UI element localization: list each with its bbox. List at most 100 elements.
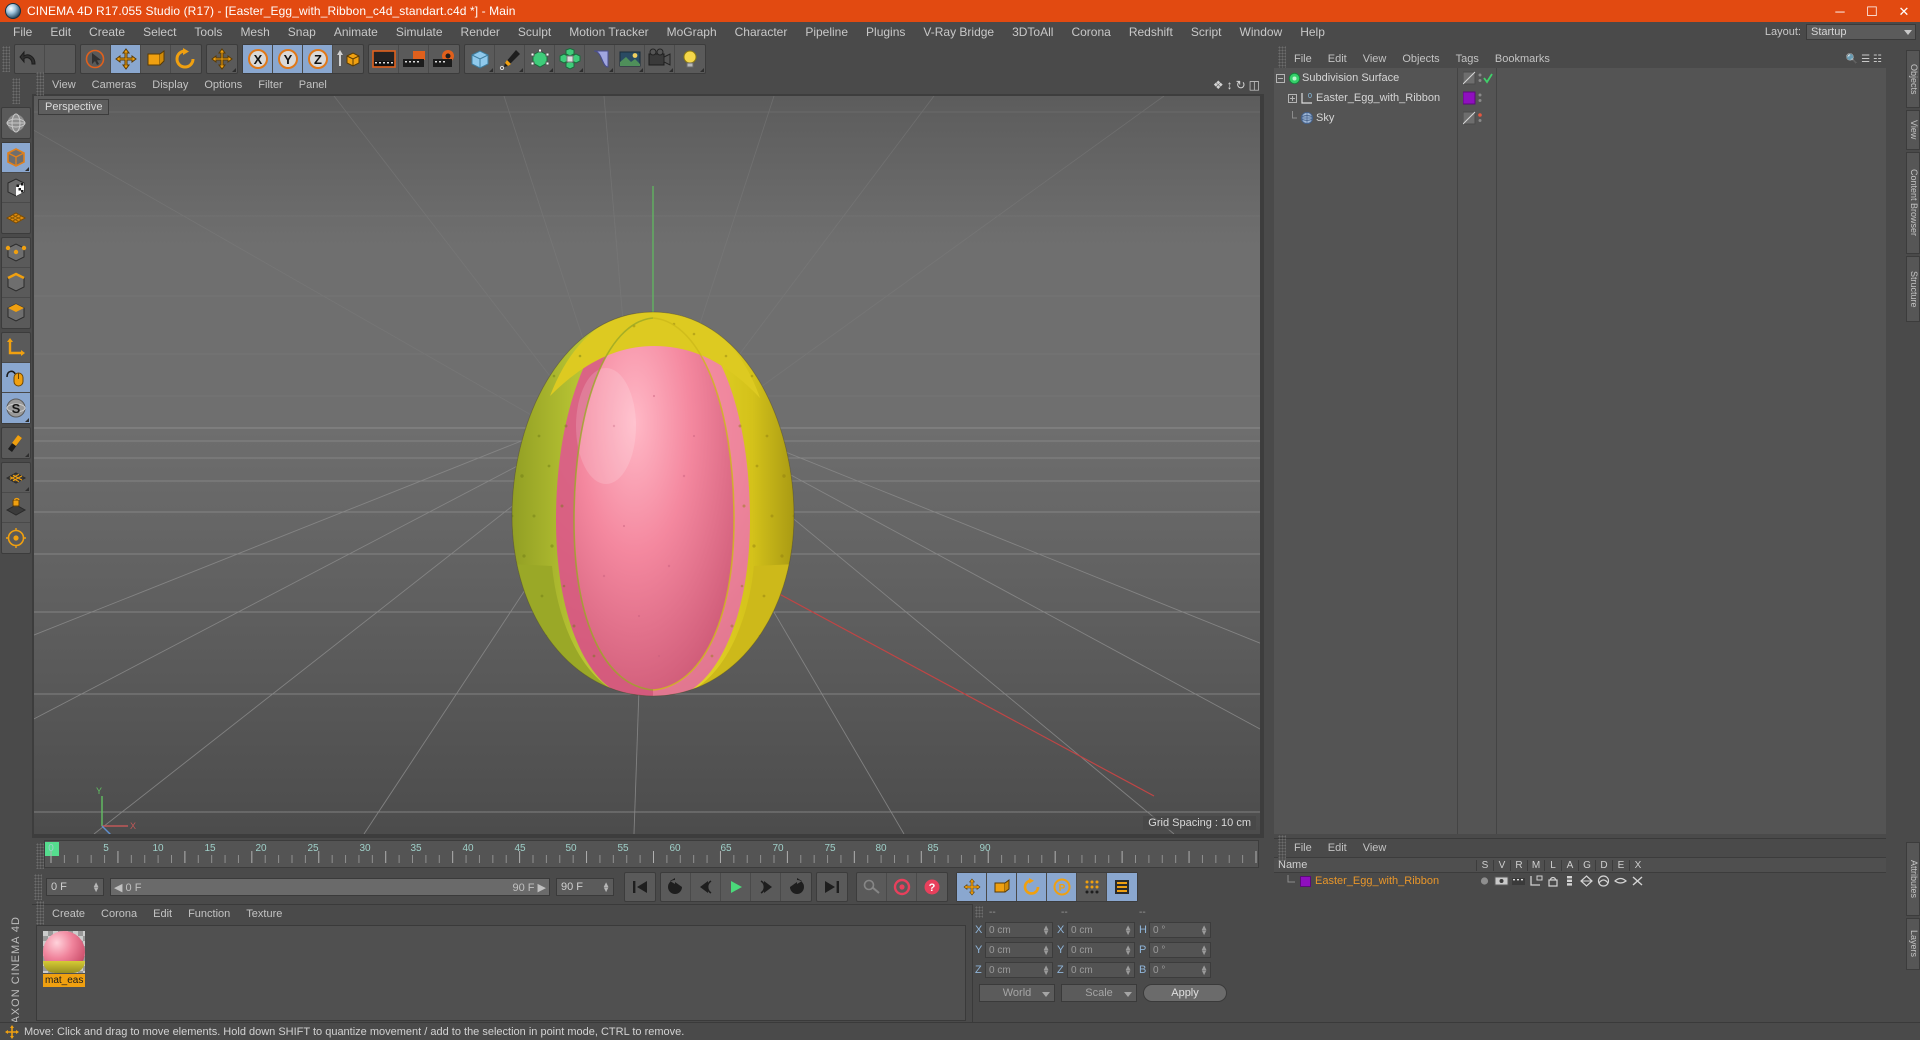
polygons-mode-icon[interactable] [2, 298, 30, 328]
om-menu-objects[interactable]: Objects [1394, 52, 1447, 66]
menu-tools[interactable]: Tools [185, 23, 231, 41]
spinner-icon[interactable]: ▲ ▼ [1200, 944, 1208, 957]
viewport-menu-panel[interactable]: Panel [291, 78, 335, 92]
keyframe-selection-button[interactable]: ? [917, 873, 947, 901]
layout-icon[interactable]: ☷ [1873, 54, 1882, 65]
go-to-start-button[interactable] [625, 873, 655, 901]
menu-mograph[interactable]: MoGraph [658, 23, 726, 41]
coord-field-position-x[interactable]: 0 cm ▲ ▼ [985, 922, 1053, 938]
world-object-coord-icon[interactable] [333, 45, 363, 73]
object-mode-icon[interactable] [2, 143, 30, 173]
menu-animate[interactable]: Animate [325, 23, 387, 41]
am-menu-view[interactable]: View [1355, 841, 1395, 855]
material-name-label[interactable]: mat_eas [43, 974, 85, 987]
play-forward-button[interactable] [721, 873, 751, 901]
next-frame-button[interactable] [751, 873, 781, 901]
menu-render[interactable]: Render [452, 23, 509, 41]
go-to-end-button[interactable] [817, 873, 847, 901]
side-tab-content-browser[interactable]: Content Browser [1906, 152, 1920, 254]
zoom-viewport-icon[interactable]: ↕ [1227, 78, 1233, 92]
spinner-icon[interactable]: ▲ ▼ [1124, 964, 1132, 977]
viewport-menu-view[interactable]: View [44, 78, 84, 92]
render-region-icon[interactable] [399, 45, 429, 73]
om-menu-bookmarks[interactable]: Bookmarks [1487, 52, 1558, 66]
material-menu-edit[interactable]: Edit [145, 907, 180, 921]
menu-corona[interactable]: Corona [1062, 23, 1119, 41]
am-menu-file[interactable]: File [1286, 841, 1320, 855]
scale-key-button[interactable] [987, 873, 1017, 901]
position-key-button[interactable] [957, 873, 987, 901]
menu-plugins[interactable]: Plugins [857, 23, 914, 41]
cube-primitive-icon[interactable] [465, 45, 495, 73]
column-header-s[interactable]: S [1476, 859, 1493, 871]
y-axis-lock-icon[interactable]: Y [273, 45, 303, 73]
menu-sculpt[interactable]: Sculpt [509, 23, 560, 41]
column-header-v[interactable]: V [1493, 859, 1510, 871]
menu-snap[interactable]: Snap [279, 23, 325, 41]
object-tree[interactable]: Subdivision Surface 0 Easter_Egg_with_Ri… [1274, 68, 1886, 834]
menu-script[interactable]: Script [1182, 23, 1231, 41]
viewport-menu-options[interactable]: Options [196, 78, 250, 92]
column-header-l[interactable]: L [1544, 859, 1561, 871]
pan-viewport-icon[interactable]: ❖ [1213, 78, 1224, 92]
close-button[interactable]: ✕ [1888, 0, 1920, 22]
light-icon[interactable] [675, 45, 705, 73]
parameter-key-button[interactable]: P [1047, 873, 1077, 901]
search-icon[interactable]: 🔍 [1846, 54, 1858, 65]
spinner-icon[interactable]: ▲ ▼ [602, 881, 610, 894]
viewport-menu-cameras[interactable]: Cameras [84, 78, 145, 92]
coord-field-rotation-b[interactable]: 0 ° ▲ ▼ [1149, 962, 1211, 978]
render-settings-icon[interactable] [429, 45, 459, 73]
column-header-m[interactable]: M [1527, 859, 1544, 871]
menu-character[interactable]: Character [726, 23, 797, 41]
toolbar-grip[interactable] [2, 46, 10, 72]
menu-help[interactable]: Help [1291, 23, 1334, 41]
environment-icon[interactable] [615, 45, 645, 73]
attribute-manager-grip[interactable] [1278, 835, 1286, 861]
column-header-r[interactable]: R [1510, 859, 1527, 871]
object-row-subdivision-surface[interactable]: Subdivision Surface [1274, 68, 1886, 88]
scale-tool-icon[interactable] [141, 45, 171, 73]
array-modeling-icon[interactable] [555, 45, 585, 73]
side-tab-view[interactable]: View [1906, 110, 1920, 150]
viewport-menu-filter[interactable]: Filter [250, 78, 290, 92]
om-menu-view[interactable]: View [1355, 52, 1395, 66]
object-row-easter-egg[interactable]: 0 Easter_Egg_with_Ribbon [1274, 88, 1886, 108]
timeline-controls-grip[interactable] [34, 874, 42, 900]
move-axis-icon[interactable] [207, 45, 237, 73]
layout-select[interactable]: Startup [1806, 24, 1916, 40]
transform-mode-select[interactable]: Scale [1061, 984, 1137, 1002]
om-menu-tags[interactable]: Tags [1448, 52, 1487, 66]
render-preview-icon[interactable] [2, 108, 30, 138]
timeline-range-slider[interactable]: ◀ 0 F 90 F ▶ [110, 878, 550, 896]
workplane-toggle-icon[interactable] [2, 523, 30, 553]
om-menu-edit[interactable]: Edit [1320, 52, 1355, 66]
side-tab-objects[interactable]: Objects [1906, 50, 1920, 108]
coordinate-system-select[interactable]: World [979, 984, 1055, 1002]
camera-icon[interactable] [645, 45, 675, 73]
deformer-icon[interactable] [585, 45, 615, 73]
x-axis-lock-icon[interactable]: X [243, 45, 273, 73]
timeline-ruler-panel[interactable]: 0 5 10 15 20 25 30 35 40 45 50 55 60 65 … [32, 838, 1264, 870]
coord-field-position-z[interactable]: 0 cm ▲ ▼ [985, 962, 1053, 978]
coord-field-rotation-p[interactable]: 0 ° ▲ ▼ [1149, 942, 1211, 958]
spinner-icon[interactable]: ▲ ▼ [1200, 964, 1208, 977]
autokeying-button[interactable] [857, 873, 887, 901]
coord-field-size-x[interactable]: 0 cm ▲ ▼ [1067, 922, 1135, 938]
menu-vray-bridge[interactable]: V-Ray Bridge [914, 23, 1003, 41]
timeline-ruler[interactable]: 0 5 10 15 20 25 30 35 40 45 50 55 60 65 … [44, 840, 1259, 868]
rotation-key-button[interactable] [1017, 873, 1047, 901]
viewport-menu-grip[interactable] [36, 72, 44, 98]
menu-simulate[interactable]: Simulate [387, 23, 452, 41]
play-backwards-loop-button[interactable] [661, 873, 691, 901]
previous-frame-button[interactable] [691, 873, 721, 901]
object-row-sky[interactable]: Sky [1274, 108, 1886, 128]
left-toolbar-grip[interactable] [12, 78, 20, 104]
object-visibility-dots[interactable] [1462, 111, 1493, 130]
menu-select[interactable]: Select [134, 23, 185, 41]
workplane-mode-icon[interactable] [2, 203, 30, 233]
filter-icon[interactable]: ☰ [1861, 54, 1870, 65]
point-level-animation-button[interactable] [1077, 873, 1107, 901]
spinner-icon[interactable]: ▲ ▼ [1200, 924, 1208, 937]
coord-field-size-y[interactable]: 0 cm ▲ ▼ [1067, 942, 1135, 958]
